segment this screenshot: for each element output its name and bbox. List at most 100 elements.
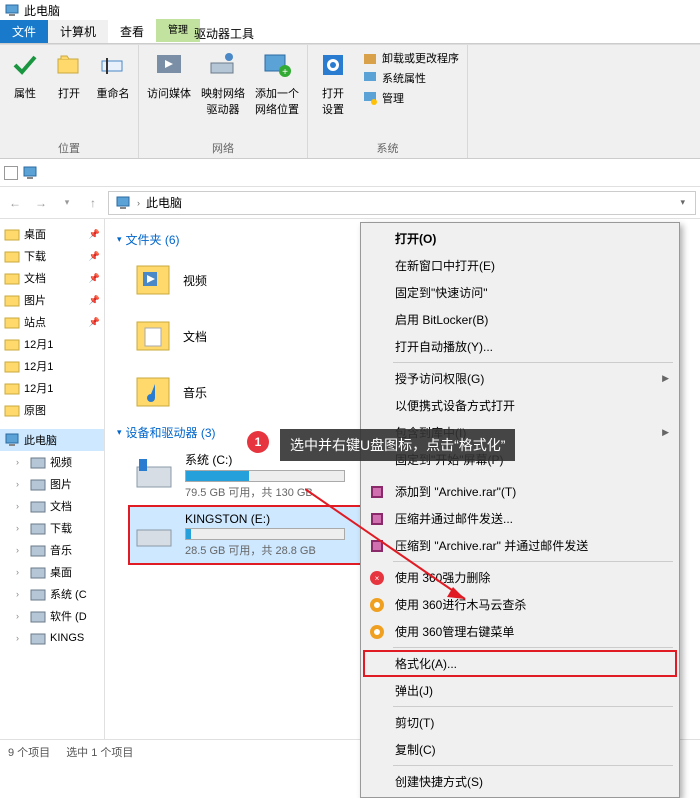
folder-icon (4, 380, 20, 396)
menu-item[interactable]: 添加到 "Archive.rar"(T) (363, 478, 677, 505)
svg-text:×: × (375, 574, 380, 583)
open-settings-button[interactable]: 打开 设置 (314, 49, 352, 117)
folder-icon (4, 358, 20, 374)
chevron-icon: › (16, 611, 26, 621)
folder-item[interactable]: 音乐 (129, 364, 349, 420)
ribbon-group-location: 属性 打开 重命名 位置 (0, 45, 139, 158)
monitor-small-icon (22, 165, 38, 181)
recent-dropdown[interactable]: ▾ (56, 192, 78, 214)
ribbon-group-label: 位置 (6, 138, 132, 156)
menu-item[interactable]: 压缩到 "Archive.rar" 并通过邮件发送 (363, 532, 677, 559)
item-icon (30, 564, 46, 580)
nav-tree-item[interactable]: ›文档 (0, 495, 104, 517)
properties-button[interactable]: 属性 (6, 49, 44, 101)
folder-item[interactable]: 视频 (129, 252, 349, 308)
chevron-icon: › (137, 198, 140, 208)
menu-item[interactable]: 固定到"快速访问" (363, 279, 677, 306)
chevron-down-icon: ▾ (117, 427, 122, 438)
pin-icon: 📌 (89, 295, 100, 306)
folder-icon (133, 372, 173, 412)
titlebar: 此电脑 (0, 0, 700, 20)
nav-tree-item[interactable]: ›音乐 (0, 539, 104, 561)
nav-quick-item[interactable]: 12月1 (0, 355, 104, 377)
chevron-icon: › (16, 501, 26, 511)
item-icon (30, 498, 46, 514)
folder-item[interactable]: 文档 (129, 308, 349, 364)
drive-item[interactable]: KINGSTON (E:) 28.5 GB 可用，共 28.8 GB (129, 506, 361, 564)
nav-this-pc[interactable]: 此电脑 (0, 429, 104, 451)
drive-bar (185, 470, 345, 482)
nav-tree-item[interactable]: ›图片 (0, 473, 104, 495)
folder-open-icon (53, 49, 85, 81)
item-count: 9 个项目 (8, 744, 50, 760)
rar-icon (369, 538, 385, 554)
menu-item[interactable]: 复制(C) (363, 736, 677, 763)
rename-button[interactable]: 重命名 (94, 49, 132, 101)
folder-icon (4, 226, 20, 242)
menu-item[interactable]: 启用 BitLocker(B) (363, 306, 677, 333)
rar-icon (369, 511, 385, 527)
this-pc-icon (115, 195, 131, 211)
nav-quick-item[interactable]: 12月1 (0, 377, 104, 399)
drive-name: KINGSTON (E:) (185, 512, 357, 526)
nav-quick-item[interactable]: 桌面📌 (0, 223, 104, 245)
menu-item[interactable]: 弹出(J) (363, 677, 677, 704)
submenu-arrow-icon: ▶ (662, 427, 669, 438)
forward-button[interactable]: → (30, 192, 52, 214)
nav-tree-item[interactable]: ›视频 (0, 451, 104, 473)
menu-item[interactable]: 打开自动播放(Y)... (363, 333, 677, 360)
nav-tree-item[interactable]: ›软件 (D (0, 605, 104, 627)
add-location-button[interactable]: + 添加一个 网络位置 (253, 49, 301, 117)
nav-quick-item[interactable]: 文档📌 (0, 267, 104, 289)
open-button[interactable]: 打开 (50, 49, 88, 101)
menu-item[interactable]: 授予访问权限(G)▶ (363, 365, 677, 392)
menu-item[interactable]: 打开(O) (363, 225, 677, 252)
nav-tree-item[interactable]: ›桌面 (0, 561, 104, 583)
ribbon-group-network: 访问媒体 映射网络 驱动器 + 添加一个 网络位置 网络 (139, 45, 308, 158)
drive-free-text: 28.5 GB 可用，共 28.8 GB (185, 542, 357, 558)
back-button[interactable]: ← (4, 192, 26, 214)
window-title: 此电脑 (24, 2, 60, 19)
nav-quick-item[interactable]: 12月1 (0, 333, 104, 355)
menu-item[interactable]: 压缩并通过邮件发送... (363, 505, 677, 532)
menu-item[interactable]: ×使用 360强力删除 (363, 564, 677, 591)
menu-item[interactable]: 使用 360进行木马云查杀 (363, 591, 677, 618)
up-button[interactable]: ↑ (82, 192, 104, 214)
menu-item[interactable]: 在新窗口中打开(E) (363, 252, 677, 279)
nav-tree-item[interactable]: ›KINGS (0, 627, 104, 649)
select-checkbox[interactable] (4, 166, 18, 180)
nav-quick-item[interactable]: 图片📌 (0, 289, 104, 311)
menu-item[interactable]: 以便携式设备方式打开 (363, 392, 677, 419)
chevron-icon: › (16, 567, 26, 577)
chevron-icon: › (16, 457, 26, 467)
drive-icon (133, 514, 175, 556)
uninstall-item[interactable]: 卸载或更改程序 (360, 49, 461, 67)
map-drive-button[interactable]: 映射网络 驱动器 (199, 49, 247, 117)
sys-props-item[interactable]: 系统属性 (360, 69, 461, 87)
nav-tree-item[interactable]: ›系统 (C (0, 583, 104, 605)
callout-badge: 1 (247, 431, 269, 453)
menu-item[interactable]: 创建快捷方式(S) (363, 768, 677, 795)
folder-icon (4, 292, 20, 308)
menu-item[interactable]: 格式化(A)... (363, 650, 677, 677)
menu-item[interactable]: 剪切(T) (363, 709, 677, 736)
menu-item[interactable]: 使用 360管理右键菜单 (363, 618, 677, 645)
folder-icon (4, 248, 20, 264)
item-icon (30, 542, 46, 558)
nav-quick-item[interactable]: 下载📌 (0, 245, 104, 267)
address-bar[interactable]: › 此电脑 ▾ (108, 191, 696, 215)
chevron-icon: › (16, 479, 26, 489)
item-icon (30, 630, 46, 646)
ribbon-system-list: 卸载或更改程序 系统属性 管理 (360, 49, 461, 117)
tab-drive-tools-label[interactable]: 驱动器工具 (182, 21, 266, 45)
this-pc-icon (4, 2, 20, 18)
chevron-icon: › (16, 545, 26, 555)
nav-quick-item[interactable]: 站点📌 (0, 311, 104, 333)
folder-icon (4, 402, 20, 418)
access-media-button[interactable]: 访问媒体 (145, 49, 193, 117)
nav-tree-item[interactable]: ›下载 (0, 517, 104, 539)
item-icon (30, 608, 46, 624)
manage-item[interactable]: 管理 (360, 89, 461, 107)
dropdown-icon[interactable]: ▾ (676, 197, 689, 208)
nav-quick-item[interactable]: 原图 (0, 399, 104, 421)
